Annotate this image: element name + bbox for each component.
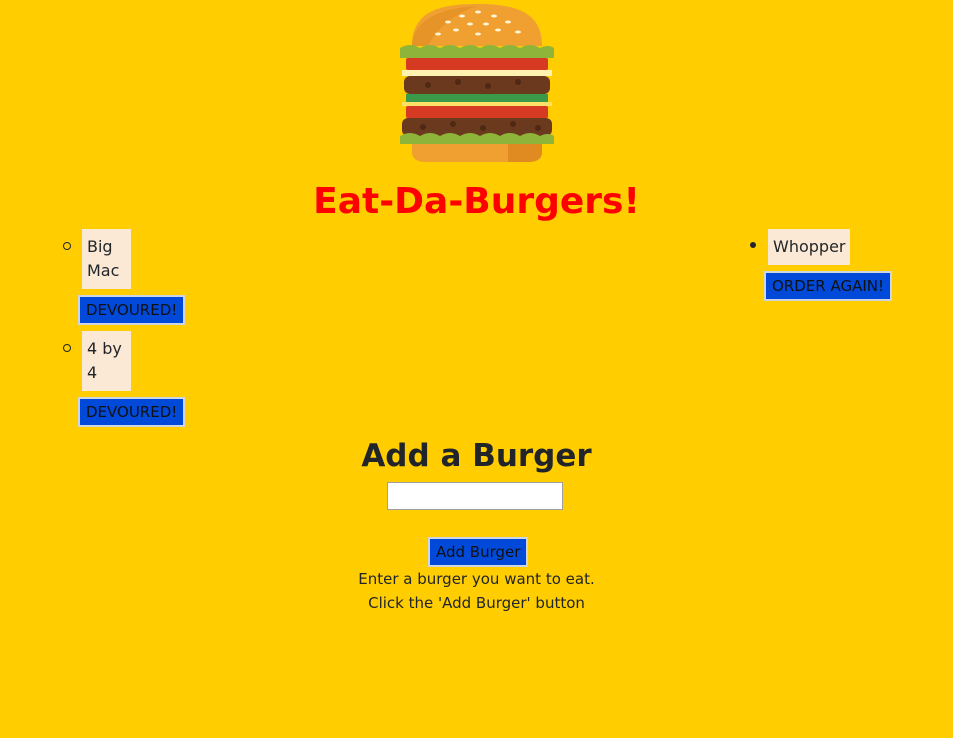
eaten-burger-list: Whopper ORDER AGAIN! xyxy=(748,229,948,301)
order-again-button[interactable]: ORDER AGAIN! xyxy=(764,271,892,301)
page-title: Eat-Da-Burgers! xyxy=(313,181,640,222)
instructions: Enter a burger you want to eat. Click th… xyxy=(0,567,953,615)
burger-name: 4 by 4 xyxy=(82,331,131,391)
add-burger-heading: Add a Burger xyxy=(361,438,592,474)
devoured-button[interactable]: DEVOURED! xyxy=(78,397,186,427)
page: Eat-Da-Burgers! Big Mac DEVOURED! 4 by 4… xyxy=(0,0,953,738)
burger-name: Big Mac xyxy=(82,229,131,289)
burger-name: Whopper xyxy=(768,229,851,265)
instruction-line: Enter a burger you want to eat. xyxy=(358,570,595,588)
list-item: Big Mac DEVOURED! xyxy=(62,229,262,325)
instruction-line: Click the 'Add Burger' button xyxy=(368,594,585,612)
list-bullet xyxy=(63,344,71,352)
list-bullet xyxy=(63,242,71,250)
add-burger-button[interactable]: Add Burger xyxy=(428,537,529,567)
list-item: 4 by 4 DEVOURED! xyxy=(62,331,262,427)
uneaten-burger-list: Big Mac DEVOURED! 4 by 4 DEVOURED! xyxy=(62,229,262,427)
devoured-button[interactable]: DEVOURED! xyxy=(78,295,186,325)
burger-name-input[interactable] xyxy=(387,482,563,510)
burger-icon xyxy=(400,4,554,162)
list-item: Whopper ORDER AGAIN! xyxy=(748,229,948,301)
list-bullet xyxy=(750,242,756,248)
